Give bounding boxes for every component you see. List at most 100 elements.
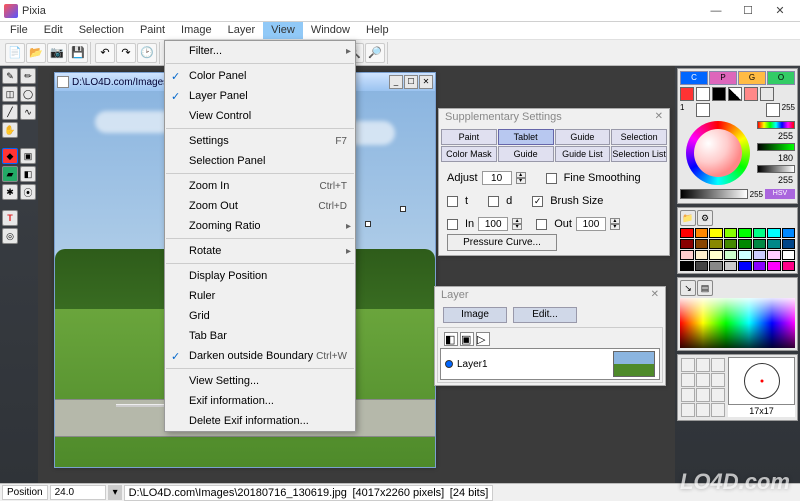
menu-view[interactable]: View bbox=[263, 22, 303, 39]
doc-close-button[interactable]: ✕ bbox=[419, 75, 433, 89]
menu-help[interactable]: Help bbox=[358, 22, 397, 39]
tool-closedarea-icon[interactable]: ◆ bbox=[2, 148, 18, 164]
brush-preview[interactable] bbox=[728, 357, 795, 405]
cb-d[interactable] bbox=[488, 196, 499, 207]
tb-save-icon[interactable]: 💾 bbox=[68, 43, 88, 63]
tb-undo-icon[interactable]: ↶ bbox=[95, 43, 115, 63]
brush-preset-3[interactable] bbox=[711, 358, 725, 372]
quickcolor-3[interactable] bbox=[712, 87, 726, 101]
cb-t[interactable] bbox=[447, 196, 458, 207]
pressure-curve-button[interactable]: Pressure Curve... bbox=[447, 234, 557, 251]
tool-spray-icon[interactable]: ✱ bbox=[2, 184, 18, 200]
menu-item-view-setting[interactable]: View Setting... bbox=[165, 371, 355, 391]
menu-file[interactable]: File bbox=[2, 22, 36, 39]
tb-scanner-icon[interactable]: 📷 bbox=[47, 43, 67, 63]
brush-preset-4[interactable] bbox=[681, 373, 695, 387]
menu-item-tab-bar[interactable]: Tab Bar bbox=[165, 326, 355, 346]
gradient-opts-icon[interactable]: ▤ bbox=[697, 280, 713, 296]
rp-tab-o[interactable]: O bbox=[767, 71, 795, 85]
menu-item-rotate[interactable]: Rotate bbox=[165, 241, 355, 261]
in-input[interactable] bbox=[478, 217, 508, 231]
layer1-name[interactable]: Layer1 bbox=[457, 359, 611, 370]
tool-hand-icon[interactable]: ✋ bbox=[2, 122, 18, 138]
menu-item-view-control[interactable]: View Control bbox=[165, 106, 355, 126]
layer-tab-edit[interactable]: Edit... bbox=[513, 307, 577, 323]
tool-misc-icon[interactable]: ◎ bbox=[2, 228, 18, 244]
in-spinner[interactable]: ▴▾ bbox=[512, 218, 522, 230]
alpha-slider[interactable] bbox=[680, 189, 748, 199]
brush-preset-12[interactable] bbox=[711, 403, 725, 417]
supp-close-icon[interactable]: ✕ bbox=[655, 111, 663, 125]
layer-visible-icon[interactable]: ▣ bbox=[460, 332, 474, 346]
tool-gradient-icon[interactable]: ◧ bbox=[20, 166, 36, 182]
tool-text-icon[interactable]: T bbox=[2, 210, 18, 226]
menu-item-ruler[interactable]: Ruler bbox=[165, 286, 355, 306]
cb-brush-size[interactable]: ✓ bbox=[532, 196, 543, 207]
menu-item-delete-exif[interactable]: Delete Exif information... bbox=[165, 411, 355, 431]
menu-item-color-panel[interactable]: Color Panel bbox=[165, 66, 355, 86]
supp-tab-guide-list[interactable]: Guide List bbox=[555, 146, 611, 162]
tb-zoomout-icon[interactable]: 🔎 bbox=[365, 43, 385, 63]
brush-preset-5[interactable] bbox=[696, 373, 710, 387]
out-spinner[interactable]: ▴▾ bbox=[610, 218, 620, 230]
color-palette[interactable] bbox=[680, 228, 795, 271]
adjust-input[interactable] bbox=[482, 171, 512, 185]
brush-preset-2[interactable] bbox=[696, 358, 710, 372]
cb-out[interactable] bbox=[536, 219, 547, 230]
adjust-spinner[interactable]: ▴▾ bbox=[516, 172, 526, 184]
supp-tab-guide[interactable]: Guide bbox=[498, 146, 554, 162]
val-slider[interactable] bbox=[757, 165, 795, 173]
bg-color-icon[interactable] bbox=[766, 103, 780, 117]
hue-slider[interactable] bbox=[757, 121, 795, 129]
window-maximize-button[interactable]: ☐ bbox=[732, 1, 764, 21]
tool-fill-icon[interactable]: ▰ bbox=[2, 166, 18, 182]
menu-item-display-position[interactable]: Display Position bbox=[165, 266, 355, 286]
menu-item-darken-outside[interactable]: Darken outside BoundaryCtrl+W bbox=[165, 346, 355, 366]
quickcolor-swap[interactable] bbox=[728, 87, 742, 101]
brush-preset-9[interactable] bbox=[711, 388, 725, 402]
quickcolor-5[interactable] bbox=[760, 87, 774, 101]
tb-new-icon[interactable]: 📄 bbox=[5, 43, 25, 63]
doc-minimize-button[interactable]: _ bbox=[389, 75, 403, 89]
palette-open-icon[interactable]: 📁 bbox=[680, 210, 696, 226]
supp-tab-paint[interactable]: Paint bbox=[441, 129, 497, 145]
menu-item-filter[interactable]: Filter... bbox=[165, 41, 355, 61]
menu-paint[interactable]: Paint bbox=[132, 22, 173, 39]
layer-tab-image[interactable]: Image bbox=[443, 307, 507, 323]
tb-history-icon[interactable]: 🕑 bbox=[137, 43, 157, 63]
layer-plane-icon[interactable]: ◧ bbox=[444, 332, 458, 346]
gradient-dir-icon[interactable]: ↘ bbox=[680, 280, 696, 296]
menu-image[interactable]: Image bbox=[173, 22, 220, 39]
tool-region-icon[interactable]: ▣ bbox=[20, 148, 36, 164]
window-minimize-button[interactable]: — bbox=[700, 1, 732, 21]
tool-pen-icon[interactable]: ✏ bbox=[20, 68, 36, 84]
supp-tab-selection-history[interactable]: Selection History bbox=[611, 129, 667, 145]
supp-tab-selection-list[interactable]: Selection List bbox=[611, 146, 667, 162]
layer-mode-icon[interactable]: ▷ bbox=[476, 332, 490, 346]
rp-tab-g[interactable]: G bbox=[738, 71, 766, 85]
menu-layer[interactable]: Layer bbox=[220, 22, 264, 39]
menu-item-selection-panel[interactable]: Selection Panel bbox=[165, 151, 355, 171]
tb-open-icon[interactable]: 📂 bbox=[26, 43, 46, 63]
tb-redo-icon[interactable]: ↷ bbox=[116, 43, 136, 63]
menu-item-grid[interactable]: Grid bbox=[165, 306, 355, 326]
fg-color-icon[interactable] bbox=[696, 103, 710, 117]
supp-tab-guide-history[interactable]: Guide History bbox=[555, 129, 611, 145]
tool-lasso-icon[interactable]: ◯ bbox=[20, 86, 36, 102]
brush-preset-10[interactable] bbox=[681, 403, 695, 417]
menu-item-exif-info[interactable]: Exif information... bbox=[165, 391, 355, 411]
brush-preset-7[interactable] bbox=[681, 388, 695, 402]
rp-tab-c[interactable]: C bbox=[680, 71, 708, 85]
tool-picker-icon[interactable]: ⦿ bbox=[20, 184, 36, 200]
menu-selection[interactable]: Selection bbox=[71, 22, 132, 39]
supp-tab-tablet[interactable]: Tablet bbox=[498, 129, 554, 145]
window-close-button[interactable]: ✕ bbox=[764, 1, 796, 21]
menu-item-zoom-in[interactable]: Zoom InCtrl+T bbox=[165, 176, 355, 196]
menu-edit[interactable]: Edit bbox=[36, 22, 71, 39]
doc-maximize-button[interactable]: ☐ bbox=[404, 75, 418, 89]
hsv-toggle[interactable]: HSV bbox=[765, 189, 795, 199]
menu-item-zooming-ratio[interactable]: Zooming Ratio bbox=[165, 216, 355, 236]
tool-line-icon[interactable]: ╱ bbox=[2, 104, 18, 120]
menu-window[interactable]: Window bbox=[303, 22, 358, 39]
layer1-thumbnail[interactable] bbox=[613, 351, 655, 377]
